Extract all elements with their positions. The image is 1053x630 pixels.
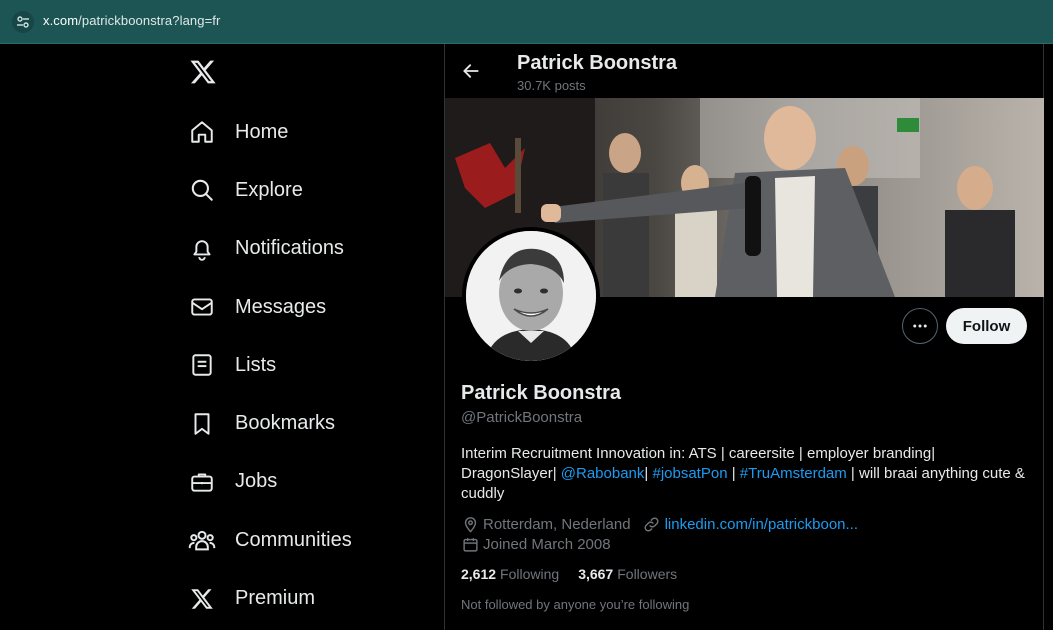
nav-label: Explore [235, 178, 303, 201]
profile-column: Patrick Boonstra 30.7K posts Follow Patr… [444, 44, 1044, 630]
nav-label: Bookmarks [235, 412, 336, 435]
tune-icon[interactable] [12, 11, 34, 33]
profile-header: Patrick Boonstra 30.7K posts [445, 44, 1044, 98]
not-followed-notice: Not followed by anyone you’re following [461, 597, 690, 612]
nav-label: Notifications [235, 237, 344, 260]
nav-item-premium[interactable]: Premium [188, 569, 438, 627]
briefcase-icon [188, 468, 216, 496]
following-count: 2,612 [461, 566, 497, 582]
envelope-icon [188, 293, 216, 321]
nav-label: Home [235, 120, 289, 143]
people-icon [188, 526, 216, 554]
link-icon [643, 515, 661, 533]
followers-count: 3,667 [578, 566, 614, 582]
website-link[interactable]: linkedin.com/in/patrickboon... [665, 516, 858, 533]
more-options-button[interactable] [902, 308, 938, 344]
nav-item-explore[interactable]: Explore [188, 161, 438, 219]
hashtag-link[interactable]: #jobsatPon [652, 465, 727, 482]
nav-label: Messages [235, 295, 327, 318]
back-arrow-icon[interactable] [461, 61, 481, 81]
joined-date: Joined March 2008 [483, 535, 611, 553]
nav-item-bookmarks[interactable]: Bookmarks [188, 394, 438, 452]
avatar[interactable] [462, 227, 600, 365]
list-icon [188, 351, 216, 379]
profile-bio: Interim Recruitment Innovation in: ATS |… [461, 444, 1031, 504]
following-label: Following [500, 566, 560, 582]
home-icon [188, 118, 216, 146]
calendar-icon [461, 535, 479, 553]
hashtag-link[interactable]: #TruAmsterdam [740, 465, 847, 482]
location-pin-icon [461, 515, 479, 533]
post-count: 30.7K posts [517, 78, 586, 93]
followers-label: Followers [617, 566, 678, 582]
url-host: x.com [43, 13, 79, 28]
follow-stats: 2,612 Following 3,667 Followers [461, 566, 696, 582]
url-path: /patrickboonstra?lang=fr [78, 13, 221, 28]
url-field[interactable]: x.com/patrickboonstra?lang=fr [43, 13, 220, 28]
follow-button[interactable]: Follow [946, 308, 1027, 344]
nav-label: Lists [235, 353, 277, 376]
x-icon [188, 585, 216, 613]
x-logo[interactable] [189, 58, 217, 86]
followers-link[interactable]: 3,667 Followers [578, 566, 677, 582]
nav-item-lists[interactable]: Lists [188, 336, 438, 394]
scrollbar[interactable] [1044, 44, 1053, 630]
profile-name: Patrick Boonstra [461, 382, 622, 404]
nav-item-notifications[interactable]: Notifications [188, 220, 438, 278]
header-title: Patrick Boonstra [517, 52, 678, 74]
nav-item-home[interactable]: Home [188, 103, 438, 161]
sidebar-nav: Home Explore Notifications Messages List… [188, 103, 438, 628]
search-icon [188, 176, 216, 204]
nav-item-messages[interactable]: Messages [188, 278, 438, 336]
mention-link[interactable]: @Rabobank [561, 465, 645, 482]
profile-handle: @PatrickBoonstra [461, 409, 583, 426]
profile-location: Rotterdam, Nederland [483, 515, 631, 533]
profile-meta-row: Rotterdam, Nederland linkedin.com/in/pat… [461, 515, 858, 533]
bio-text: | [727, 465, 740, 482]
browser-address-bar: x.com/patrickboonstra?lang=fr [0, 0, 1053, 44]
bookmark-icon [188, 410, 216, 438]
profile-joined-row: Joined March 2008 [461, 535, 611, 553]
nav-label: Communities [235, 528, 352, 551]
more-dots-icon [913, 324, 927, 328]
nav-label: Premium [235, 587, 316, 610]
following-link[interactable]: 2,612 Following [461, 566, 559, 582]
nav-item-communities[interactable]: Communities [188, 511, 438, 569]
bell-icon [188, 235, 216, 263]
nav-label: Jobs [235, 470, 278, 493]
nav-item-jobs[interactable]: Jobs [188, 453, 438, 511]
